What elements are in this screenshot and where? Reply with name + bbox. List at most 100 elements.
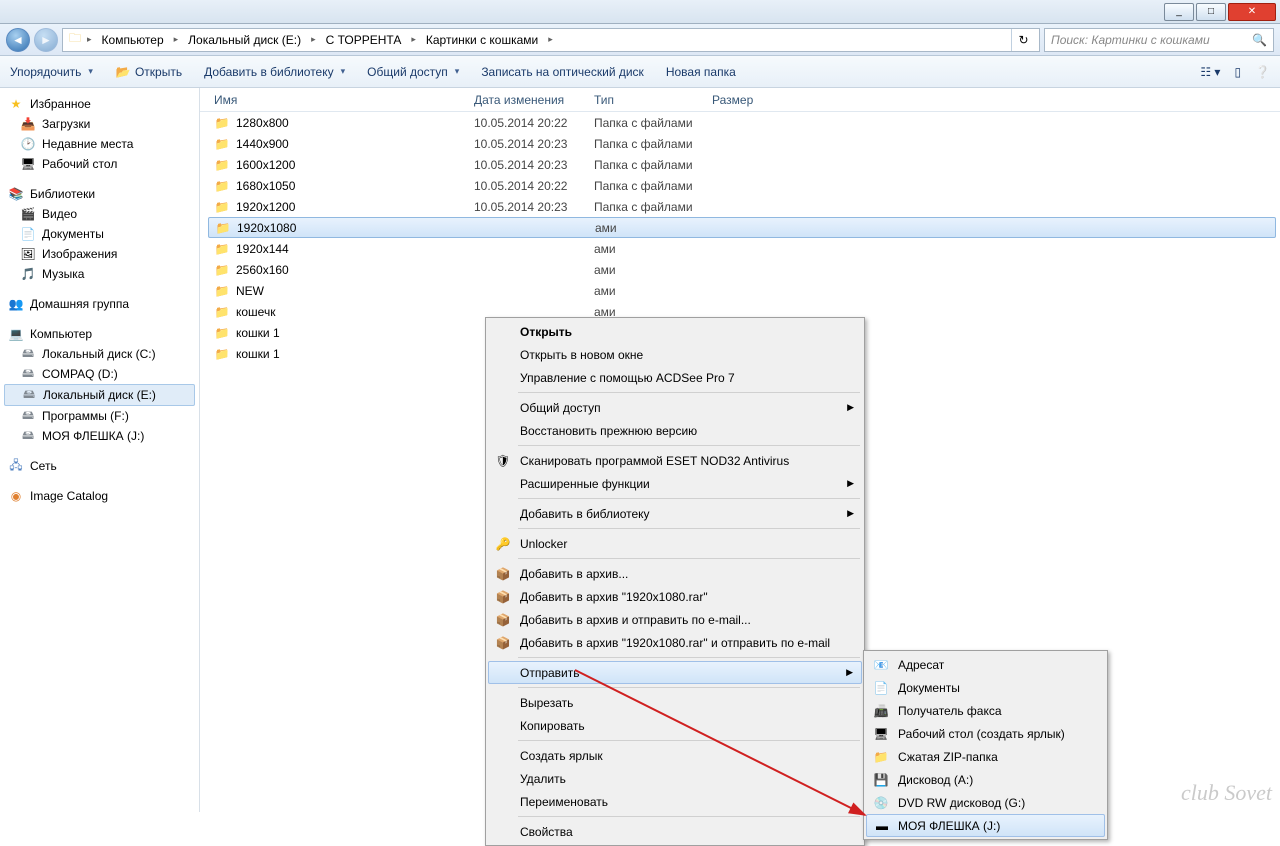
sidebar-item-drive-d[interactable]: 🖴COMPAQ (D:) xyxy=(0,364,199,384)
context-menu-item[interactable]: Открыть в новом окне xyxy=(488,343,862,366)
context-menu-item[interactable]: 📦Добавить в архив и отправить по e-mail.… xyxy=(488,608,862,631)
sidebar-item-drive-c[interactable]: 🖴Локальный диск (C:) xyxy=(0,344,199,364)
column-type[interactable]: Тип xyxy=(594,93,712,107)
breadcrumb[interactable]: 🗀 ▸ Компьютер▸ Локальный диск (E:)▸ С ТО… xyxy=(62,28,1040,52)
sidebar-item-drive-e[interactable]: 🖴Локальный диск (E:) xyxy=(4,384,195,406)
breadcrumb-segment[interactable]: Компьютер xyxy=(96,29,170,51)
organize-button[interactable]: Упорядочить xyxy=(10,65,93,79)
context-menu-item[interactable]: Переименовать xyxy=(488,790,862,813)
minimize-button[interactable]: _ xyxy=(1164,3,1194,21)
burn-button[interactable]: Записать на оптический диск xyxy=(481,65,644,79)
sidebar-item-downloads[interactable]: 📥Загрузки xyxy=(0,114,199,134)
sidebar-homegroup[interactable]: 👥Домашняя группа xyxy=(0,294,199,314)
sidebar-item-documents[interactable]: 📄Документы xyxy=(0,224,199,244)
share-button[interactable]: Общий доступ xyxy=(367,65,459,79)
menu-item-icon: 📦 xyxy=(494,588,512,606)
file-row[interactable]: 📁2560x160ами xyxy=(200,259,1280,280)
sidebar-item-desktop[interactable]: 🖥Рабочий стол xyxy=(0,154,199,174)
forward-button[interactable]: ► xyxy=(34,28,58,52)
context-menu-item[interactable]: 📦Добавить в архив "1920x1080.rar" xyxy=(488,585,862,608)
column-date[interactable]: Дата изменения xyxy=(474,93,594,107)
breadcrumb-segment[interactable]: С ТОРРЕНТА xyxy=(320,29,408,51)
image-icon: 🖼 xyxy=(20,246,36,262)
context-menu-item[interactable]: 🛡Сканировать программой ESET NOD32 Antiv… xyxy=(488,449,862,472)
sidebar-network[interactable]: 🖧Сеть xyxy=(0,456,199,476)
sidebar-item-drive-j[interactable]: 🖴МОЯ ФЛЕШКА (J:) xyxy=(0,426,199,446)
file-row[interactable]: 📁1280x80010.05.2014 20:22Папка с файлами xyxy=(200,112,1280,133)
maximize-button[interactable]: □ xyxy=(1196,3,1226,21)
context-menu-item[interactable]: Свойства xyxy=(488,820,862,843)
breadcrumb-segment[interactable]: Картинки с кошками xyxy=(420,29,544,51)
context-menu-item[interactable]: Расширенные функции▶ xyxy=(488,472,862,495)
sidebar-libraries[interactable]: 📚Библиотеки xyxy=(0,184,199,204)
file-row[interactable]: 📁1920x144ами xyxy=(200,238,1280,259)
submenu-arrow-icon: ▶ xyxy=(846,667,853,678)
file-row[interactable]: 📁NEWами xyxy=(200,280,1280,301)
column-name[interactable]: Имя xyxy=(214,93,474,107)
menu-item-icon: 📁 xyxy=(872,748,890,766)
folder-icon: 📁 xyxy=(214,241,230,257)
computer-icon: 💻 xyxy=(8,326,24,342)
send-to-item[interactable]: 📁Сжатая ZIP-папка xyxy=(866,745,1105,768)
context-menu-item[interactable]: Вырезать xyxy=(488,691,862,714)
send-to-item[interactable]: 📄Документы xyxy=(866,676,1105,699)
context-menu-item[interactable]: Восстановить прежнюю версию xyxy=(488,419,862,442)
sidebar-item-drive-f[interactable]: 🖴Программы (F:) xyxy=(0,406,199,426)
send-to-item[interactable]: 💾Дисковод (A:) xyxy=(866,768,1105,791)
add-library-button[interactable]: Добавить в библиотеку xyxy=(204,65,345,79)
context-menu-item[interactable]: Управление с помощью ACDSee Pro 7 xyxy=(488,366,862,389)
sidebar-catalog[interactable]: ◉Image Catalog xyxy=(0,486,199,506)
refresh-button[interactable]: ↻ xyxy=(1011,29,1035,51)
context-menu-item[interactable]: Открыть xyxy=(488,320,862,343)
submenu-arrow-icon: ▶ xyxy=(847,402,854,413)
send-to-item[interactable]: 🖥Рабочий стол (создать ярлык) xyxy=(866,722,1105,745)
context-menu-item[interactable]: 📦Добавить в архив... xyxy=(488,562,862,585)
open-button[interactable]: 📂Открыть xyxy=(115,64,182,80)
file-row[interactable]: 📁1440x90010.05.2014 20:23Папка с файлами xyxy=(200,133,1280,154)
sidebar-item-music[interactable]: 🎵Музыка xyxy=(0,264,199,284)
breadcrumb-segment[interactable]: Локальный диск (E:) xyxy=(182,29,307,51)
context-menu-item[interactable]: Создать ярлык xyxy=(488,744,862,767)
context-menu-item[interactable]: Добавить в библиотеку▶ xyxy=(488,502,862,525)
sidebar-item-recent[interactable]: 🕑Недавние места xyxy=(0,134,199,154)
file-row[interactable]: 📁1920x1080ами xyxy=(208,217,1276,238)
search-icon: 🔍 xyxy=(1252,33,1267,47)
help-button[interactable]: ❔ xyxy=(1255,65,1270,79)
new-folder-button[interactable]: Новая папка xyxy=(666,65,736,79)
back-button[interactable]: ◄ xyxy=(6,28,30,52)
column-headers[interactable]: Имя Дата изменения Тип Размер xyxy=(200,88,1280,112)
drive-icon: 🖴 xyxy=(20,428,36,444)
search-input[interactable]: Поиск: Картинки с кошками 🔍 xyxy=(1044,28,1274,52)
file-row[interactable]: 📁1680x105010.05.2014 20:22Папка с файлам… xyxy=(200,175,1280,196)
drive-icon: 🖴 xyxy=(20,366,36,382)
send-to-item[interactable]: 💿DVD RW дисковод (G:) xyxy=(866,791,1105,814)
folder-icon: 📁 xyxy=(214,178,230,194)
file-row[interactable]: 📁1920x120010.05.2014 20:23Папка с файлам… xyxy=(200,196,1280,217)
sidebar-item-images[interactable]: 🖼Изображения xyxy=(0,244,199,264)
column-size[interactable]: Размер xyxy=(712,93,792,107)
send-to-item[interactable]: 📧Адресат xyxy=(866,653,1105,676)
drive-icon: 🖴 xyxy=(20,408,36,424)
folder-icon: 📁 xyxy=(214,346,230,362)
folder-icon: 📁 xyxy=(214,262,230,278)
context-menu-item[interactable]: Общий доступ▶ xyxy=(488,396,862,419)
view-button[interactable]: ☷ ▾ xyxy=(1200,65,1220,79)
context-menu-item[interactable]: Удалить xyxy=(488,767,862,790)
send-to-item[interactable]: 📠Получатель факса xyxy=(866,699,1105,722)
folder-icon: 📁 xyxy=(214,325,230,341)
close-button[interactable]: ✕ xyxy=(1228,3,1276,21)
preview-pane-button[interactable]: ▯ xyxy=(1234,65,1241,79)
context-menu-item[interactable]: Отправить▶ xyxy=(488,661,862,684)
menu-item-icon: 📄 xyxy=(872,679,890,697)
context-menu-item[interactable]: 🔑Unlocker xyxy=(488,532,862,555)
context-menu-item[interactable]: 📦Добавить в архив "1920x1080.rar" и отпр… xyxy=(488,631,862,654)
menu-item-icon: 🔑 xyxy=(494,535,512,553)
context-menu-item[interactable]: Копировать xyxy=(488,714,862,737)
sidebar-item-video[interactable]: 🎬Видео xyxy=(0,204,199,224)
send-to-item[interactable]: ▬МОЯ ФЛЕШКА (J:) xyxy=(866,814,1105,837)
folder-icon: 📁 xyxy=(214,157,230,173)
sidebar-computer[interactable]: 💻Компьютер xyxy=(0,324,199,344)
file-row[interactable]: 📁1600x120010.05.2014 20:23Папка с файлам… xyxy=(200,154,1280,175)
catalog-icon: ◉ xyxy=(8,488,24,504)
sidebar-favorites[interactable]: ★Избранное xyxy=(0,94,199,114)
